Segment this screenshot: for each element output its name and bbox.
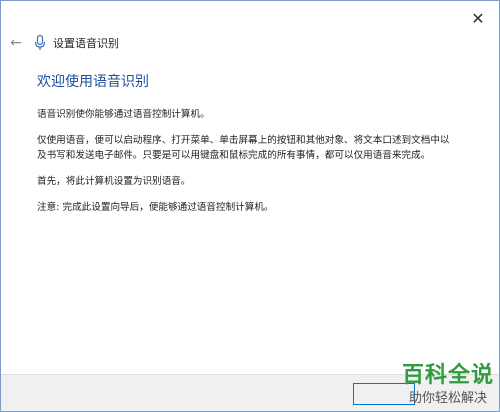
watermark-logo: 百科全说 助你轻松解决 xyxy=(402,357,494,406)
back-button[interactable]: ← xyxy=(7,34,25,52)
close-button[interactable]: ✕ xyxy=(465,7,491,29)
wizard-title: 设置语音识别 xyxy=(53,37,119,50)
setup-wizard-window: ✕ ← 设置语音识别 欢迎使用语音识别 语音识别使你能够通过语音控制计算机。 仅… xyxy=(0,0,500,412)
description-paragraph: 仅使用语音，便可以启动程序、打开菜单、单击屏幕上的按钮和其他对象、将文本口述到文… xyxy=(37,135,450,161)
watermark-subtitle: 助你轻松解决 xyxy=(408,391,487,406)
watermark-title: 百科全说 xyxy=(401,363,494,388)
note-paragraph: 注意: 完成此设置向导后，便能够通过语音控制计算机。 xyxy=(37,202,274,213)
wizard-header: ← 设置语音识别 xyxy=(7,33,119,53)
page-title: 欢迎使用语音识别 xyxy=(37,74,149,90)
wizard-content: 欢迎使用语音识别 语音识别使你能够通过语音控制计算机。 仅使用语音，便可以启动程… xyxy=(37,71,457,226)
close-icon: ✕ xyxy=(471,8,485,28)
microphone-icon xyxy=(33,34,47,52)
intro-paragraph: 语音识别使你能够通过语音控制计算机。 xyxy=(37,109,210,120)
back-arrow-icon: ← xyxy=(10,35,22,51)
first-step-paragraph: 首先，将此计算机设置为识别语音。 xyxy=(37,176,191,187)
